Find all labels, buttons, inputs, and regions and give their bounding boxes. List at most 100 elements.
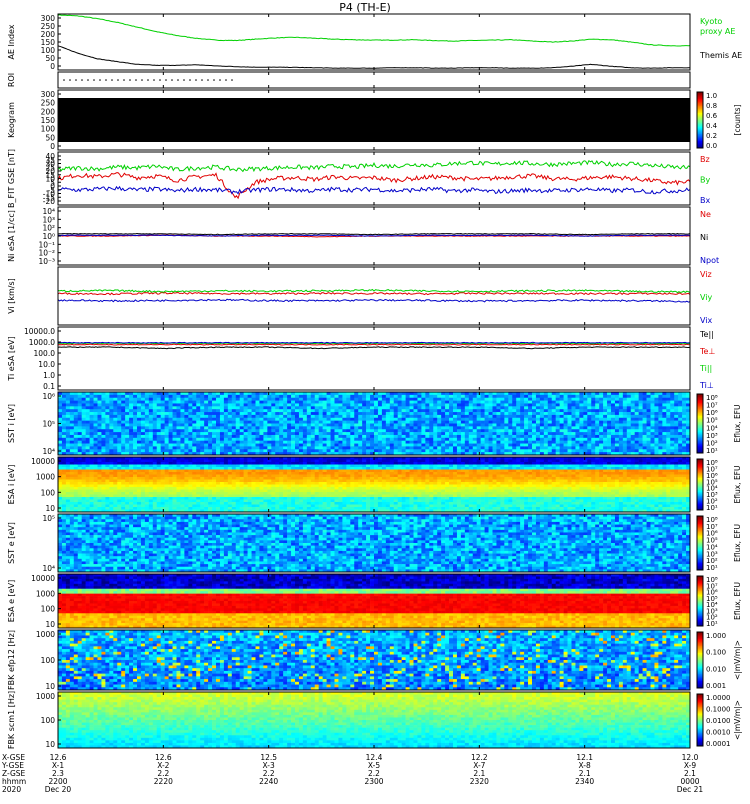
heatmap-cell: [263, 424, 267, 427]
heatmap-cell: [94, 495, 98, 498]
heatmap-cell: [105, 460, 109, 463]
heatmap-cell: [86, 449, 90, 452]
heatmap-cell: [86, 502, 90, 505]
heatmap-cell: [232, 495, 236, 498]
heatmap-cell: [94, 424, 98, 427]
heatmap-cell: [291, 415, 295, 418]
heatmap-cell: [445, 415, 449, 418]
heatmap-cell: [216, 475, 220, 478]
heatmap-cell: [386, 403, 390, 406]
heatmap-cell: [678, 421, 682, 424]
heatmap-cell: [350, 424, 354, 427]
heatmap-cell: [548, 424, 552, 427]
heatmap-cell: [607, 421, 611, 424]
heatmap-cell: [208, 406, 212, 409]
heatmap-cell: [121, 475, 125, 478]
heatmap-cell: [500, 441, 504, 444]
heatmap-cell: [204, 429, 208, 432]
heatmap-cell: [406, 444, 410, 447]
heatmap-cell: [117, 487, 121, 490]
heatmap-cell: [279, 403, 283, 406]
heatmap-cell: [524, 395, 528, 398]
heatmap-cell: [568, 409, 572, 412]
heatmap-cell: [267, 412, 271, 415]
heatmap-cell: [485, 398, 489, 401]
heatmap-cell: [473, 398, 477, 401]
heatmap-cell: [196, 497, 200, 500]
heatmap-cell: [236, 406, 240, 409]
heatmap-cell: [682, 441, 686, 444]
heatmap-cell: [437, 418, 441, 421]
heatmap-cell: [244, 403, 248, 406]
heatmap-cell: [362, 426, 366, 429]
heatmap-cell: [311, 424, 315, 427]
heatmap-cell: [516, 444, 520, 447]
heatmap-cell: [208, 502, 212, 505]
heatmap-cell: [252, 409, 256, 412]
heatmap-cell: [674, 429, 678, 432]
heatmap-cell: [425, 429, 429, 432]
heatmap-cell: [192, 505, 196, 508]
heatmap-cell: [307, 406, 311, 409]
heatmap-cell: [113, 502, 117, 505]
heatmap-cell: [224, 460, 228, 463]
heatmap-cell: [607, 426, 611, 429]
heatmap-cell: [433, 446, 437, 449]
heatmap-cell: [180, 467, 184, 470]
heatmap-cell: [386, 415, 390, 418]
heatmap-cell: [481, 435, 485, 438]
heatmap-cell: [631, 449, 635, 452]
heatmap-cell: [105, 446, 109, 449]
heatmap-cell: [307, 444, 311, 447]
heatmap-cell: [682, 438, 686, 441]
heatmap-cell: [248, 444, 252, 447]
heatmap-cell: [382, 424, 386, 427]
heatmap-cell: [149, 415, 153, 418]
heatmap-cell: [425, 409, 429, 412]
heatmap-cell: [263, 406, 267, 409]
heatmap-cell: [252, 505, 256, 508]
heatmap-cell: [267, 409, 271, 412]
heatmap-cell: [279, 441, 283, 444]
heatmap-cell: [603, 446, 607, 449]
heatmap-cell: [414, 409, 418, 412]
heatmap-cell: [165, 490, 169, 493]
roi-dot: [111, 79, 113, 81]
heatmap-cell: [240, 395, 244, 398]
heatmap-cell: [287, 418, 291, 421]
heatmap-cell: [78, 421, 82, 424]
heatmap-cell: [437, 409, 441, 412]
heatmap-cell: [374, 432, 378, 435]
heatmap-cell: [62, 500, 66, 503]
y-tick-label: 300: [41, 90, 56, 99]
heatmap-cell: [192, 449, 196, 452]
heatmap-cell: [145, 477, 149, 480]
heatmap-cell: [572, 438, 576, 441]
heatmap-cell: [153, 482, 157, 485]
heatmap-cell: [74, 460, 78, 463]
heatmap-cell: [66, 467, 70, 470]
heatmap-cell: [224, 465, 228, 468]
heatmap-cell: [520, 409, 524, 412]
heatmap-cell: [461, 432, 465, 435]
heatmap-cell: [295, 398, 299, 401]
heatmap-cell: [654, 446, 658, 449]
heatmap-cell: [74, 467, 78, 470]
heatmap-cell: [674, 398, 678, 401]
heatmap-cell: [631, 418, 635, 421]
heatmap-cell: [425, 432, 429, 435]
heatmap-cell: [623, 406, 627, 409]
heatmap-cell: [350, 432, 354, 435]
heatmap-cell: [536, 449, 540, 452]
heatmap-cell: [157, 495, 161, 498]
heatmap-cell: [512, 398, 516, 401]
heatmap-cell: [248, 401, 252, 404]
heatmap-cell: [86, 412, 90, 415]
heatmap-cell: [366, 438, 370, 441]
heatmap-cell: [109, 403, 113, 406]
heatmap-cell: [315, 401, 319, 404]
heatmap-cell: [327, 412, 331, 415]
heatmap-cell: [220, 485, 224, 488]
heatmap-cell: [204, 424, 208, 427]
heatmap-cell: [58, 497, 62, 500]
